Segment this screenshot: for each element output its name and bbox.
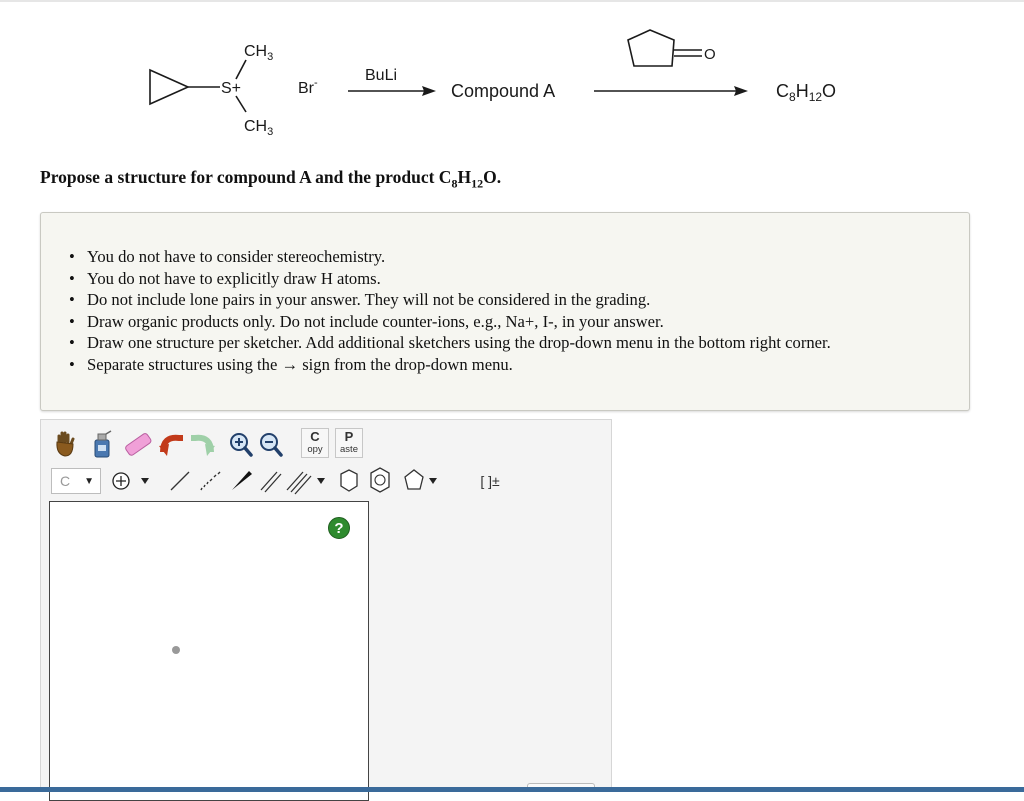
cyclohexane-icon[interactable] <box>340 469 358 492</box>
methyl-top: CH3 <box>244 43 273 63</box>
undo-icon[interactable] <box>159 434 183 456</box>
drawing-canvas[interactable] <box>49 501 369 801</box>
zoom-out-icon[interactable] <box>260 433 283 457</box>
triple-bond-icon[interactable] <box>286 471 325 495</box>
question-text-h: H <box>457 167 472 187</box>
instruction-item: You do not have to explicitly draw H ato… <box>69 268 831 290</box>
sketcher-toolbar-row2 <box>112 467 437 495</box>
instructions-box: You do not have to consider stereochemis… <box>40 212 970 411</box>
charge-plus-icon[interactable] <box>112 472 149 490</box>
redo-icon[interactable] <box>191 434 215 456</box>
reaction-arrow-2 <box>594 86 748 96</box>
instruction-item: You do not have to consider stereochemis… <box>69 246 831 268</box>
instruction-item: Draw organic products only. Do not inclu… <box>69 311 831 333</box>
eraser-bottle-icon[interactable] <box>94 430 112 458</box>
structure-sketcher: C opy P aste C ▼ []± ? <box>40 419 612 801</box>
base-label: BuLi <box>365 67 397 84</box>
zoom-in-icon[interactable] <box>230 433 253 457</box>
methyl-bottom: CH3 <box>244 118 273 138</box>
paste-button[interactable]: P aste <box>335 428 363 458</box>
paste-button-letter: P <box>344 429 354 444</box>
bracket-charge-button[interactable]: [ ]± <box>475 468 505 494</box>
carbonyl-oxygen: O <box>704 46 716 63</box>
copy-button-letter: C <box>310 429 320 444</box>
question-sub-12: 12 <box>471 176 484 191</box>
product-formula: C8H12O <box>776 81 836 104</box>
chevron-down-icon: ▼ <box>84 476 94 487</box>
question-text: Propose a structure for compound A and t… <box>40 167 452 187</box>
copy-button-label: opy <box>307 444 323 455</box>
question-text-end: O. <box>483 167 502 187</box>
reaction-arrow-1 <box>348 86 436 96</box>
canvas-dot <box>172 646 180 654</box>
instructions-list: You do not have to consider stereochemis… <box>69 246 831 376</box>
instruction-item: Separate structures using the → sign fro… <box>69 354 831 376</box>
eraser-icon[interactable] <box>124 432 152 456</box>
paste-button-label: aste <box>340 444 358 455</box>
help-button[interactable]: ? <box>328 517 350 539</box>
sulfonium-s: S+ <box>221 80 241 97</box>
cyclopentanone <box>627 29 702 67</box>
reaction-scheme: S+ CH3 CH3 Br- BuLi Compound A O C8H12O <box>149 29 836 138</box>
atom-selector[interactable]: C ▼ <box>51 468 101 494</box>
bottom-bar <box>0 787 1024 792</box>
instruction-item: Do not include lone pairs in your answer… <box>69 289 831 311</box>
double-bond-icon[interactable] <box>260 471 282 493</box>
cyclopentane-icon[interactable] <box>404 469 437 490</box>
intermediate-label: Compound A <box>451 81 555 101</box>
sketcher-toolbar-row1 <box>56 430 283 458</box>
hashed-bond-icon[interactable] <box>200 471 221 491</box>
benzene-icon[interactable] <box>370 467 390 493</box>
question-prompt: Propose a structure for compound A and t… <box>40 167 501 192</box>
instruction-item: Draw one structure per sketcher. Add add… <box>69 332 831 354</box>
atom-selector-value: C <box>60 473 71 489</box>
single-bond-icon[interactable] <box>170 471 190 491</box>
wedge-bond-icon[interactable] <box>232 471 252 490</box>
counterion-br: Br- <box>298 77 318 97</box>
hand-icon[interactable] <box>56 431 75 457</box>
copy-button[interactable]: C opy <box>301 428 329 458</box>
